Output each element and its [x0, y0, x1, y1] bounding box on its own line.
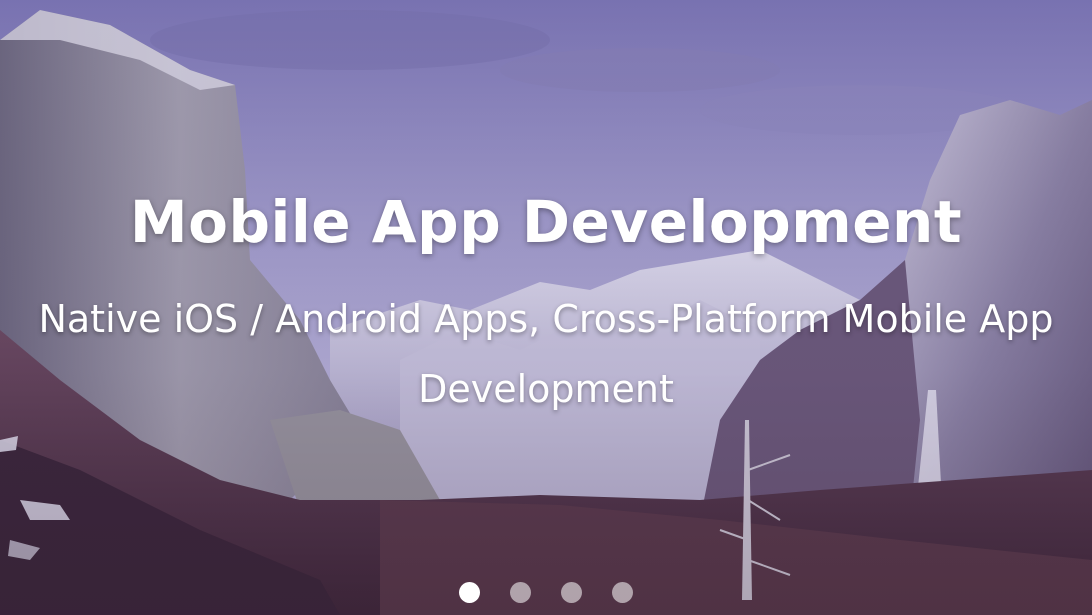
carousel-dot-3[interactable]: [561, 581, 582, 603]
carousel-dot-2[interactable]: [510, 581, 531, 603]
carousel-dot-1[interactable]: [459, 581, 480, 603]
hero-slider: Mobile App Development Native iOS / Andr…: [0, 0, 1092, 615]
carousel-dot-4[interactable]: [612, 581, 633, 603]
carousel-indicators: [0, 581, 1092, 603]
slide-title: Mobile App Development: [129, 188, 963, 256]
slide-subtitle: Native iOS / Android Apps, Cross-Platfor…: [38, 297, 1054, 411]
